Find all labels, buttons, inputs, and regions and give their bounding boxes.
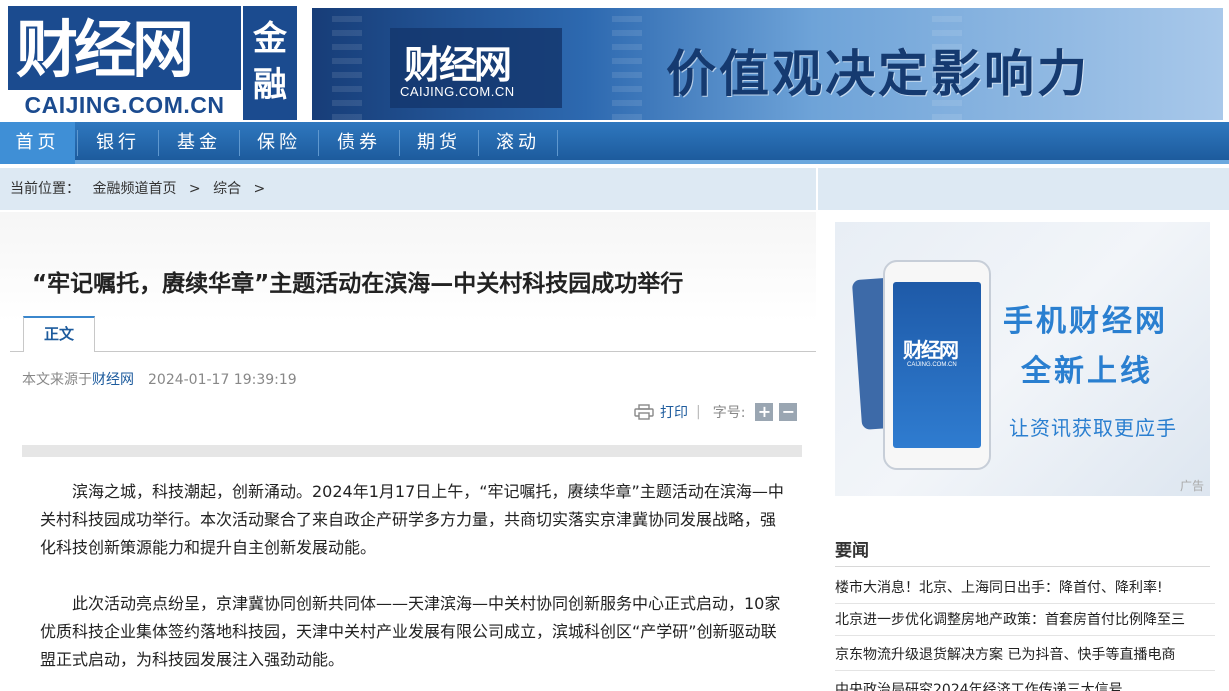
article-title: “牢记嘱托，赓续华章”主题活动在滨海—中关村科技园成功举行 xyxy=(32,271,684,297)
logo-url: CAIJING.COM.CN xyxy=(8,90,241,120)
logo-text: 财经网 xyxy=(16,13,194,86)
news-item[interactable]: 京东物流升级退货解决方案 已为抖音、快手等直播电商 xyxy=(835,639,1215,671)
nav-item-futures[interactable]: 期货 xyxy=(400,122,478,164)
breadcrumb-section[interactable]: 综合 xyxy=(213,181,241,197)
news-item[interactable]: 北京进一步优化调整房地产政策：首套房首付比例降至三 xyxy=(835,604,1215,636)
printer-icon[interactable] xyxy=(634,404,654,420)
ad-subheadline: 全新上线 xyxy=(1021,354,1153,389)
article-area: “牢记嘱托，赓续华章”主题活动在滨海—中关村科技园成功举行 正文 本文来源于财经… xyxy=(0,212,816,691)
breadcrumb-separator: > xyxy=(253,181,266,197)
phone-screen: 财经网 CAIJING.COM.CN xyxy=(893,282,981,448)
breadcrumb: 当前位置： 金融频道首页 > 综合 > xyxy=(0,168,816,210)
nav-item-bonds[interactable]: 债券 xyxy=(319,122,399,164)
article-meta: 本文来源于财经网 2024-01-17 19:39:19 xyxy=(22,369,297,389)
print-button[interactable]: 打印 xyxy=(660,402,688,422)
channel-char: 金 xyxy=(253,19,287,59)
breadcrumb-home[interactable]: 金融频道首页 xyxy=(92,181,176,197)
channel-name[interactable]: 金 融 xyxy=(243,6,297,120)
ad-label: 广告 xyxy=(1179,479,1204,493)
article-paragraph: 此次活动亮点纷呈，京津冀协同创新共同体——天津滨海—中关村协同创新服务中心正式启… xyxy=(40,594,781,669)
ad-headline: 手机财经网 xyxy=(1003,304,1168,339)
source-link[interactable]: 财经网 xyxy=(92,372,134,388)
content-rule xyxy=(22,445,802,457)
article-paragraph: 滨海之城，科技潮起，创新涌动。2024年1月17日上午，“牢记嘱托，赓续华章”主… xyxy=(40,482,784,557)
phone-url: CAIJING.COM.CN xyxy=(907,362,957,368)
tools-divider: | xyxy=(696,404,701,420)
banner-logo-text: 财经网 xyxy=(404,42,512,87)
source-prefix: 本文来源于 xyxy=(22,372,92,388)
tab-divider xyxy=(10,351,816,352)
banner-logo: 财经网 CAIJING.COM.CN xyxy=(390,28,562,108)
slogan: 价值观决定影响力 xyxy=(666,44,1090,103)
phone-illustration: 财经网 CAIJING.COM.CN xyxy=(883,260,991,470)
channel-char: 融 xyxy=(253,65,287,105)
news-heading: 要闻 xyxy=(835,541,869,561)
main-nav: 首页 银行 基金 保险 债券 期货 滚动 xyxy=(0,122,1229,164)
nav-item-rolling[interactable]: 滚动 xyxy=(479,122,557,164)
article-tools: 打印 | 字号: + − xyxy=(634,402,798,422)
font-size-label: 字号: xyxy=(712,405,746,421)
font-decrease-button[interactable]: − xyxy=(779,403,798,421)
news-heading-rule xyxy=(835,566,1210,567)
news-item[interactable]: 中央政治局研究2024年经济工作传递三大信号 xyxy=(835,674,1215,691)
breadcrumb-separator: > xyxy=(188,181,201,197)
tab-body[interactable]: 正文 xyxy=(23,316,95,352)
ad-tagline: 让资讯获取更应手 xyxy=(1009,416,1177,440)
font-increase-button[interactable]: + xyxy=(755,403,774,421)
nav-item-bank[interactable]: 银行 xyxy=(78,122,158,164)
publish-date: 2024-01-17 19:39:19 xyxy=(148,372,297,388)
news-item[interactable]: 楼市大消息！北京、上海同日出手：降首付、降利率! xyxy=(835,572,1215,604)
phone-logo: 财经网 xyxy=(903,338,959,362)
nav-item-fund[interactable]: 基金 xyxy=(159,122,239,164)
banner-logo-url: CAIJING.COM.CN xyxy=(400,84,515,99)
site-logo[interactable]: 财经网 CAIJING.COM.CN xyxy=(8,6,241,120)
breadcrumb-right-panel xyxy=(818,168,1229,210)
header-banner: 财经网 CAIJING.COM.CN 价值观决定影响力 xyxy=(312,8,1223,120)
nav-item-home[interactable]: 首页 xyxy=(0,122,75,164)
site-header: 财经网 CAIJING.COM.CN 金 融 财经网 CAIJING.COM.C… xyxy=(0,0,1229,122)
breadcrumb-prefix: 当前位置： xyxy=(10,181,80,197)
app-promo-ad[interactable]: 财经网 CAIJING.COM.CN 手机财经网 全新上线 让资讯获取更应手 广… xyxy=(835,222,1210,496)
nav-item-insurance[interactable]: 保险 xyxy=(240,122,318,164)
